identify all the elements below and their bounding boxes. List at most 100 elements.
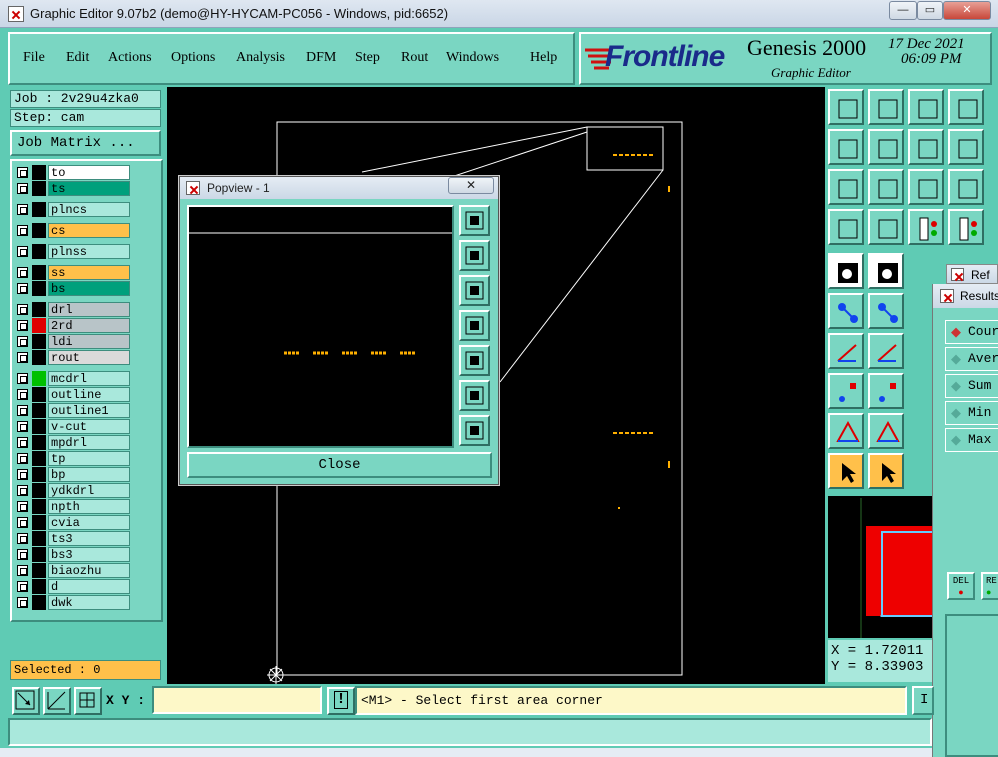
menu-analysis[interactable]: Analysis [236,50,285,66]
layer-row-ts[interactable]: ts [14,181,131,196]
layer-name[interactable]: ss [48,265,130,280]
bang-button[interactable]: ! [327,687,355,715]
layer-color-swatch[interactable] [32,515,46,530]
minimize-button[interactable]: — [889,1,917,20]
tool-pad-add-button[interactable] [828,373,864,409]
layer-row-biaozhu[interactable]: biaozhu [14,563,131,578]
menu-step[interactable]: Step [355,50,380,66]
layer-checkbox[interactable] [17,352,28,363]
layer-name[interactable]: ydkdrl [48,483,130,498]
tool-window-button[interactable] [948,89,984,125]
layer-color-swatch[interactable] [32,467,46,482]
layer-name[interactable]: mpdrl [48,435,130,450]
layer-checkbox[interactable] [17,167,28,178]
layer-checkbox[interactable] [17,336,28,347]
layer-name[interactable]: bs3 [48,547,130,562]
layer-checkbox[interactable] [17,283,28,294]
layer-name[interactable]: npth [48,499,130,514]
maximize-button[interactable]: ▭ [917,1,943,20]
layer-row-rout[interactable]: rout [14,350,131,365]
menu-actions[interactable]: Actions [108,50,152,66]
tool-redraw-button[interactable] [948,129,984,165]
popview-zoom-in-button[interactable] [459,415,490,446]
tool-delete-button[interactable] [868,293,904,329]
layer-checkbox[interactable] [17,225,28,236]
layer-name[interactable]: ts3 [48,531,130,546]
layer-checkbox[interactable] [17,485,28,496]
tool-line-edit-button[interactable] [868,333,904,369]
results-item-0[interactable]: ◆ Cour [945,320,998,344]
layer-row-mcdrl[interactable]: mcdrl [14,371,131,386]
tool-home-button[interactable] [908,89,944,125]
tool-net-select-button[interactable] [828,293,864,329]
tool-polygon-edit-button[interactable] [868,413,904,449]
layer-checkbox[interactable] [17,549,28,560]
popview-pan-down-button[interactable] [459,275,490,306]
layer-row-plncs[interactable]: plncs [14,202,131,217]
layer-row-ts3[interactable]: ts3 [14,531,131,546]
tool-pointer-button[interactable] [828,453,864,489]
layer-name[interactable]: plncs [48,202,130,217]
layer-name[interactable]: outline [48,387,130,402]
xy-input[interactable] [152,686,322,714]
layer-color-swatch[interactable] [32,595,46,610]
layer-checkbox[interactable] [17,437,28,448]
layer-name[interactable]: v-cut [48,419,130,434]
layer-color-swatch[interactable] [32,531,46,546]
layer-name[interactable]: cs [48,223,130,238]
layer-name[interactable]: d [48,579,130,594]
grid-button[interactable] [74,687,102,715]
layer-row-to[interactable]: to [14,165,131,180]
close-window-button[interactable]: ✕ [943,1,991,20]
layer-color-swatch[interactable] [32,302,46,317]
layer-color-swatch[interactable] [32,334,46,349]
job-matrix-button[interactable]: Job Matrix ... [10,130,161,156]
layer-checkbox[interactable] [17,421,28,432]
menu-edit[interactable]: Edit [66,50,89,66]
tool-zoom-center-button[interactable] [868,169,904,205]
tool-pointer-select-button[interactable] [868,453,904,489]
layer-checkbox[interactable] [17,389,28,400]
layer-color-swatch[interactable] [32,181,46,196]
layer-name[interactable]: ts [48,181,130,196]
tool-move-up-button[interactable] [828,89,864,125]
menu-file[interactable]: File [23,50,45,66]
tool-scale-button[interactable] [908,169,944,205]
menu-dfm[interactable]: DFM [306,50,336,66]
layer-name[interactable]: tp [48,451,130,466]
mini-map[interactable] [828,496,939,638]
del-button[interactable]: DEL ● [947,572,975,600]
layer-row-v-cut[interactable]: v-cut [14,419,131,434]
layer-row-bp[interactable]: bp [14,467,131,482]
layer-row-plnss[interactable]: plnss [14,244,131,259]
layer-color-swatch[interactable] [32,483,46,498]
layer-row-bs[interactable]: bs [14,281,131,296]
layer-row-cvia[interactable]: cvia [14,515,131,530]
tool-move-left-button[interactable] [828,129,864,165]
results-item-3[interactable]: ◆ Min [945,401,998,425]
layer-checkbox[interactable] [17,517,28,528]
layer-row-npth[interactable]: npth [14,499,131,514]
layer-color-swatch[interactable] [32,265,46,280]
popview-pan-left-button[interactable] [459,310,490,341]
layer-color-swatch[interactable] [32,563,46,578]
popview-pan-up-button[interactable] [459,240,490,271]
layer-checkbox[interactable] [17,405,28,416]
menu-options[interactable]: Options [171,50,215,66]
menu-windows[interactable]: Windows [446,50,499,66]
layer-row-mpdrl[interactable]: mpdrl [14,435,131,450]
layer-name[interactable]: mcdrl [48,371,130,386]
tool-snap-button[interactable] [828,253,864,289]
results-item-4[interactable]: ◆ Max [945,428,998,452]
layer-row-d[interactable]: d [14,579,131,594]
layer-checkbox[interactable] [17,304,28,315]
popview-zoom-fit-button[interactable] [459,205,490,236]
zoom-box-button[interactable] [12,687,40,715]
popview-close-icon[interactable]: ✕ [448,177,494,194]
layer-checkbox[interactable] [17,320,28,331]
results-item-2[interactable]: ◆ Sum [945,374,998,398]
layer-name[interactable]: plnss [48,244,130,259]
layer-color-swatch[interactable] [32,318,46,333]
layer-row-drl[interactable]: drl [14,302,131,317]
layer-checkbox[interactable] [17,597,28,608]
